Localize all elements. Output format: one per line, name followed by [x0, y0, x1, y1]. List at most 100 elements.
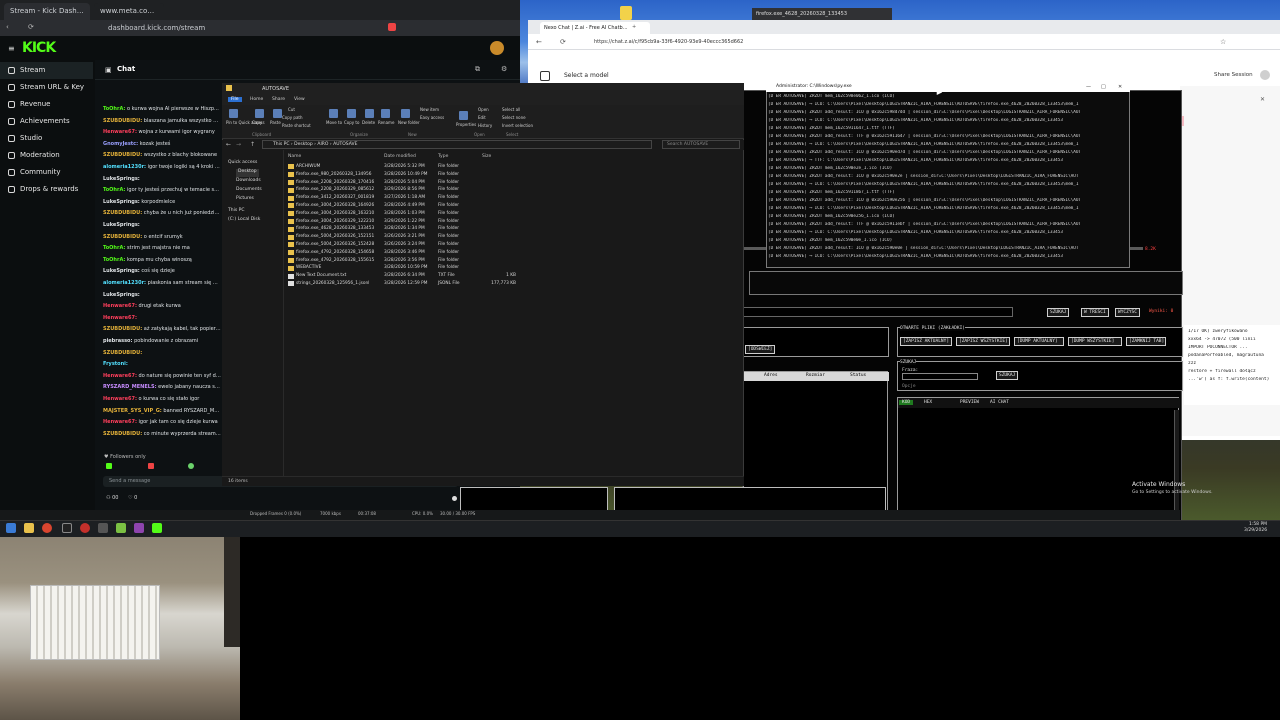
- sidebar-item-drops-rewards[interactable]: Drops & rewards: [0, 181, 93, 198]
- chat-username[interactable]: piebrasso:: [103, 338, 133, 344]
- chat-username[interactable]: ToOhrA:: [103, 187, 125, 193]
- extension-icon[interactable]: [388, 23, 396, 31]
- close-icon[interactable]: ✕: [1260, 96, 1265, 103]
- chat-username[interactable]: Frystoni:: [103, 361, 128, 367]
- ribbon-rename[interactable]: Rename: [378, 120, 394, 125]
- breadcrumb-desktop[interactable]: Desktop: [294, 142, 313, 147]
- ribbon-open[interactable]: Open: [478, 107, 489, 112]
- viewer-scrollbar[interactable]: [1174, 410, 1179, 518]
- chat-username[interactable]: LukeSprings:: [103, 222, 140, 228]
- desktop-folder-icon[interactable]: [620, 6, 632, 20]
- nav-pane--c-local-disk[interactable]: (C:) Local Disk: [228, 217, 260, 225]
- breadcrumb-this-pc[interactable]: This PC: [273, 142, 289, 147]
- chat-username[interactable]: LukeSprings:: [103, 292, 140, 298]
- sidebar-item-achievements[interactable]: Achievements: [0, 113, 93, 130]
- open-files-button[interactable]: [ZAMKNIJ TAB]: [1126, 337, 1166, 346]
- chat-username[interactable]: Henware67:: [103, 373, 137, 379]
- console-close-icon[interactable]: ✕: [1118, 84, 1122, 90]
- chat-username[interactable]: SZUBDUBIDU:: [103, 234, 142, 240]
- ribbon-select-none[interactable]: Select none: [502, 115, 526, 120]
- avatar[interactable]: [1260, 70, 1270, 80]
- model-select[interactable]: Select a model: [564, 72, 609, 79]
- table-row[interactable]: WEBACTIVE 3/28/2026 10:59 PM File folder: [288, 264, 518, 272]
- obs-taskbar-icon[interactable]: [62, 523, 72, 533]
- app-taskbar-icon[interactable]: [134, 523, 144, 533]
- user-avatar[interactable]: [490, 41, 504, 55]
- chat-username[interactable]: LukeSprings:: [103, 268, 140, 274]
- tab-firefox-dump[interactable]: firefox.exe_4628_20260328_133453: [752, 8, 892, 20]
- emote-icon[interactable]: [188, 463, 194, 469]
- chat-username[interactable]: alomeria1230r:: [103, 164, 146, 170]
- tab-kod[interactable]: KOD: [899, 400, 914, 405]
- ribbon-copy[interactable]: Copy: [252, 120, 262, 125]
- terminal-taskbar-icon[interactable]: [98, 523, 108, 533]
- start-icon[interactable]: [6, 523, 16, 533]
- column-header-status[interactable]: Status: [850, 373, 866, 378]
- table-row[interactable]: firefox.exe_5004_20260326_152151 3/26/202…: [288, 233, 518, 241]
- forward-arrow-icon[interactable]: →: [236, 141, 241, 148]
- nav-pane-pictures[interactable]: Pictures: [236, 196, 254, 204]
- chat-username[interactable]: SZUBDUBIDU:: [103, 118, 142, 124]
- chat-username[interactable]: SZUBDUBIDU:: [103, 326, 142, 332]
- chat-username[interactable]: SZUBDUBIDU:: [103, 350, 142, 356]
- tab-meta[interactable]: www.meta.com/...: [94, 3, 164, 20]
- emote-icon[interactable]: [148, 463, 154, 469]
- nav-pane-this-pc[interactable]: This PC: [228, 208, 244, 216]
- nav-pane-documents[interactable]: Documents: [236, 187, 262, 195]
- open-files-button[interactable]: [DUMP WSZYSTKIE]: [1068, 337, 1122, 346]
- column-header-type[interactable]: Type: [438, 154, 448, 159]
- column-header-size[interactable]: Rozmiar: [806, 373, 825, 378]
- table-row[interactable]: firefox.exe_4792_20260328_155615 3/28/202…: [288, 257, 518, 265]
- table-row[interactable]: firefox.exe_3004_20260328_164926 3/28/202…: [288, 202, 518, 210]
- nav-pane-desktop[interactable]: Desktop: [236, 169, 259, 177]
- chat-username[interactable]: Henware67:: [103, 419, 137, 425]
- breadcrumb-autosave[interactable]: AUTOSAVE: [333, 142, 357, 147]
- reload-icon[interactable]: ⟳: [560, 38, 566, 46]
- explorer-search-input[interactable]: Search AUTOSAVE: [662, 140, 740, 149]
- kick-url-field[interactable]: dashboard.kick.com/stream: [108, 24, 205, 32]
- sidebar-item-moderation[interactable]: Moderation: [0, 147, 93, 164]
- phrase-input[interactable]: [902, 373, 978, 380]
- table-row[interactable]: firefox.exe_3412_20260327_001819 3/27/202…: [288, 194, 518, 202]
- ribbon-invert-selection[interactable]: Invert selection: [502, 123, 533, 128]
- back-icon[interactable]: ‹: [6, 23, 9, 31]
- ribbon-cut[interactable]: Cut: [288, 107, 295, 112]
- ribbon-new-folder[interactable]: New folder: [398, 120, 420, 125]
- ribbon-easy-access[interactable]: Easy access: [420, 115, 444, 120]
- chat-username[interactable]: SZUBDUBIDU:: [103, 431, 142, 437]
- app-taskbar-icon[interactable]: [80, 523, 90, 533]
- minimize-icon[interactable]: —: [1086, 84, 1091, 90]
- star-icon[interactable]: ☆: [1220, 38, 1226, 46]
- open-files-button[interactable]: [DUMP AKTUALNY]: [1014, 337, 1064, 346]
- menu-file[interactable]: File: [228, 97, 242, 102]
- column-header-size[interactable]: Size: [482, 154, 491, 159]
- refresh-button[interactable]: [ODŚWIEŻ]: [745, 345, 776, 354]
- ribbon-paste[interactable]: Paste: [270, 120, 281, 125]
- ribbon-move-to[interactable]: Move to: [326, 120, 342, 125]
- column-header-date[interactable]: Date modified: [384, 154, 416, 159]
- chat-username[interactable]: MAJSTER_SYS_VIP_G:: [103, 408, 162, 414]
- ribbon-delete[interactable]: Delete: [362, 120, 375, 125]
- back-arrow-icon[interactable]: ←: [536, 38, 542, 46]
- ribbon-paste-shortcut[interactable]: Paste shortcut: [282, 123, 311, 128]
- find-button[interactable]: SZUKAJ: [996, 371, 1019, 380]
- table-row[interactable]: firefox.exe_3004_20260329_122210 3/29/202…: [288, 218, 518, 226]
- sidebar-toggle-icon[interactable]: [540, 71, 550, 81]
- ribbon-select-all[interactable]: Select all: [502, 107, 520, 112]
- table-row[interactable]: firefox.exe_5004_20260326_152428 3/26/202…: [288, 241, 518, 249]
- open-files-button[interactable]: [ZAPISZ WSZYSTKIE]: [956, 337, 1010, 346]
- nav-pane-downloads[interactable]: Downloads: [236, 178, 261, 186]
- table-row[interactable]: firefox.exe_4792_20260328_154658 3/28/202…: [288, 249, 518, 257]
- chat-username[interactable]: Henware67:: [103, 396, 137, 402]
- table-row[interactable]: firefox.exe_2208_20260328_170416 3/28/202…: [288, 179, 518, 187]
- menu-share[interactable]: Share: [272, 97, 285, 102]
- table-row[interactable]: New Text Document.txt 3/28/2026 6:34 PM TX…: [288, 272, 518, 280]
- chat-username[interactable]: Henware67:: [103, 129, 137, 135]
- chat-username[interactable]: Henware67:: [103, 303, 137, 309]
- search-button[interactable]: SZUKAJ: [1047, 308, 1070, 317]
- share-session-button[interactable]: Share Session: [1214, 72, 1253, 78]
- chat-username[interactable]: RYSZARD_MENELS:: [103, 384, 157, 390]
- table-row[interactable]: firefox.exe_980_20260328_134956 3/28/2026…: [288, 171, 518, 179]
- refresh-icon[interactable]: ⟳: [28, 23, 34, 31]
- chat-username[interactable]: LukeSprings:: [103, 199, 140, 205]
